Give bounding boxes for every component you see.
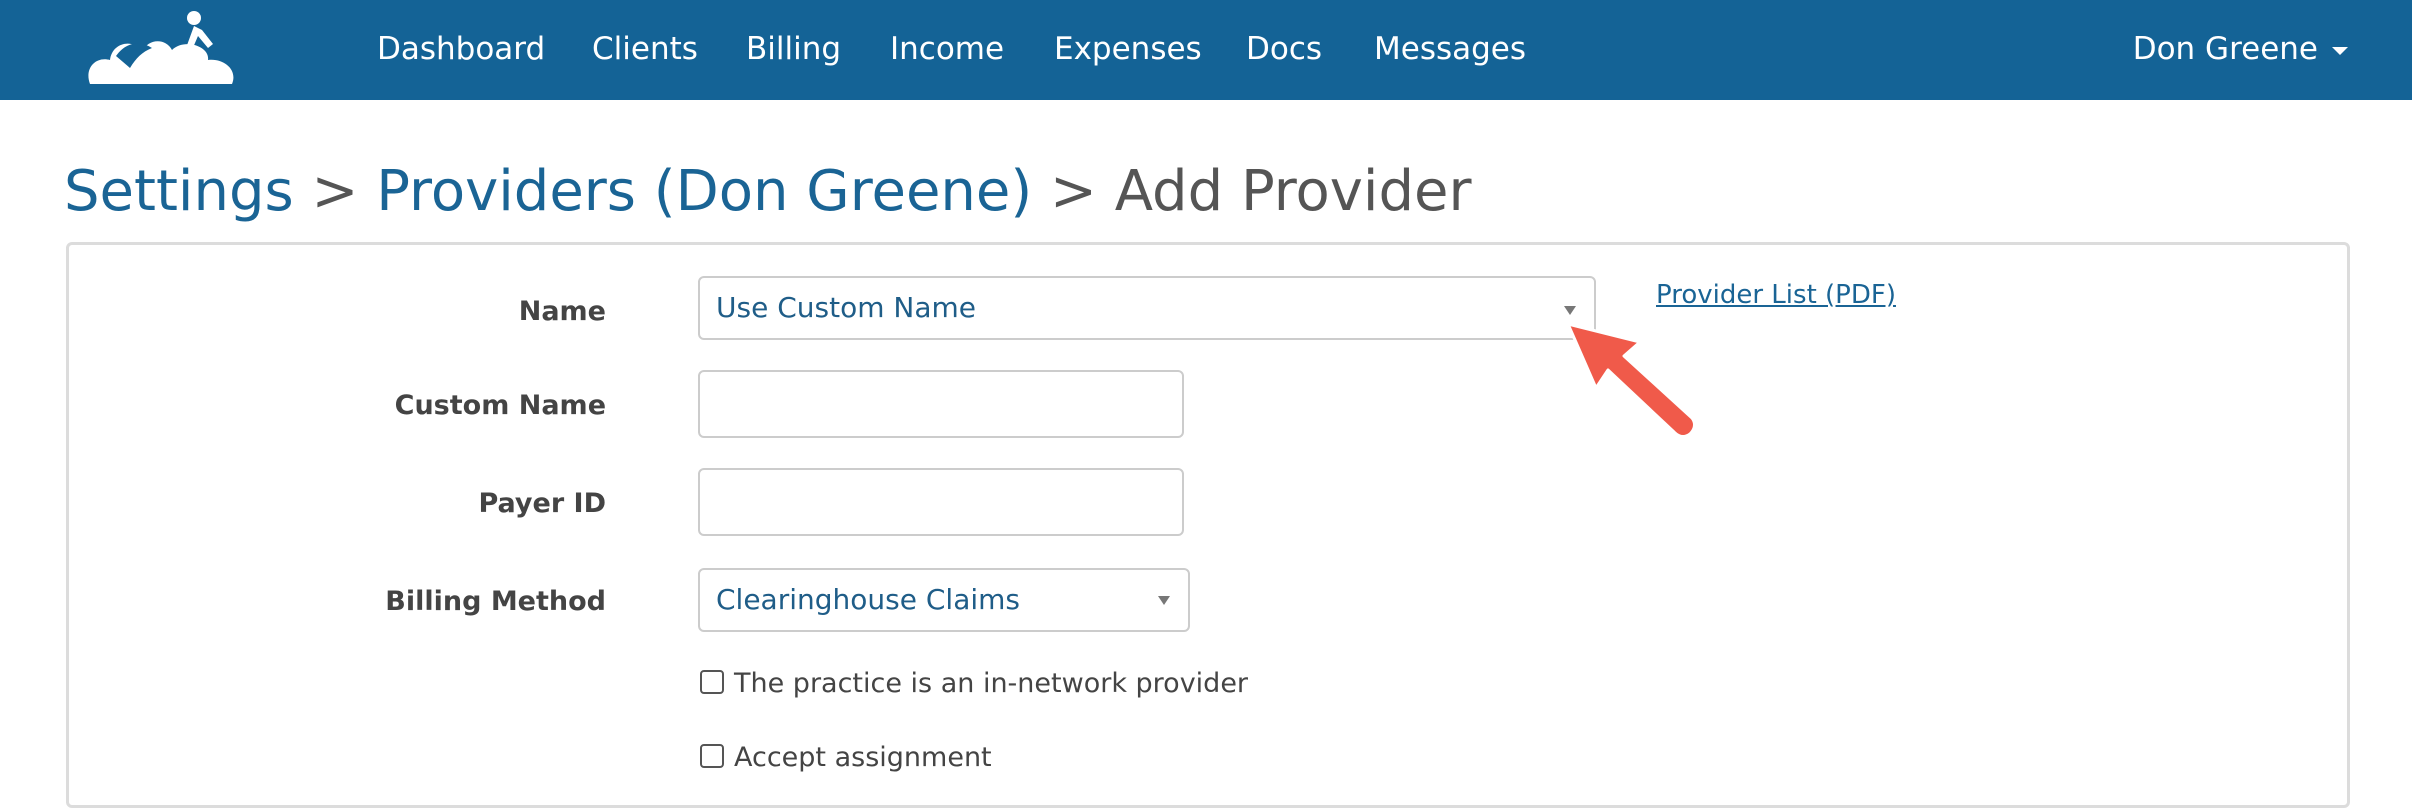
logo[interactable] <box>82 8 242 96</box>
caret-down-icon <box>2332 46 2348 55</box>
chevron-down-icon <box>1158 596 1170 605</box>
annotation-arrow-icon <box>1566 322 1697 439</box>
in-network-row: The practice is an in-network provider <box>700 666 1248 702</box>
in-network-label: The practice is an in-network provider <box>734 668 1249 699</box>
page-title: Add Provider <box>1114 159 1472 224</box>
name-select-value: Use Custom Name <box>716 291 976 324</box>
custom-name-input[interactable] <box>698 370 1184 438</box>
payer-id-input[interactable] <box>698 468 1184 536</box>
custom-name-label: Custom Name <box>394 390 606 421</box>
breadcrumb-settings[interactable]: Settings <box>64 159 294 224</box>
name-label: Name <box>518 296 606 327</box>
name-select[interactable]: Use Custom Name <box>698 276 1596 340</box>
nav-messages[interactable]: Messages <box>1374 26 1526 72</box>
user-name: Don Greene <box>2132 31 2318 67</box>
nav-clients[interactable]: Clients <box>592 26 698 72</box>
nav-billing[interactable]: Billing <box>746 26 841 72</box>
nav-expenses[interactable]: Expenses <box>1054 26 1202 72</box>
billing-method-label: Billing Method <box>385 586 606 617</box>
top-navbar: Dashboard Clients Billing Income Expense… <box>0 0 2412 100</box>
payer-id-label: Payer ID <box>478 488 606 519</box>
provider-list-link[interactable]: Provider List (PDF) <box>1656 280 1896 310</box>
breadcrumb-separator: > <box>1050 159 1097 224</box>
accept-assignment-row: Accept assignment <box>700 740 992 776</box>
nav-income[interactable]: Income <box>890 26 1004 72</box>
chevron-down-icon <box>1564 306 1576 315</box>
breadcrumb-providers[interactable]: Providers (Don Greene) <box>376 159 1032 224</box>
nav-docs[interactable]: Docs <box>1246 26 1322 72</box>
billing-method-select[interactable]: Clearinghouse Claims <box>698 568 1190 632</box>
breadcrumb: Settings > Providers (Don Greene) > Add … <box>64 158 1472 226</box>
billing-method-value: Clearinghouse Claims <box>716 583 1020 616</box>
in-network-checkbox[interactable] <box>700 670 724 694</box>
nav-dashboard[interactable]: Dashboard <box>377 26 545 72</box>
user-menu[interactable]: Don Greene <box>2133 26 2348 72</box>
accept-assignment-checkbox[interactable] <box>700 744 724 768</box>
breadcrumb-separator: > <box>311 159 359 224</box>
